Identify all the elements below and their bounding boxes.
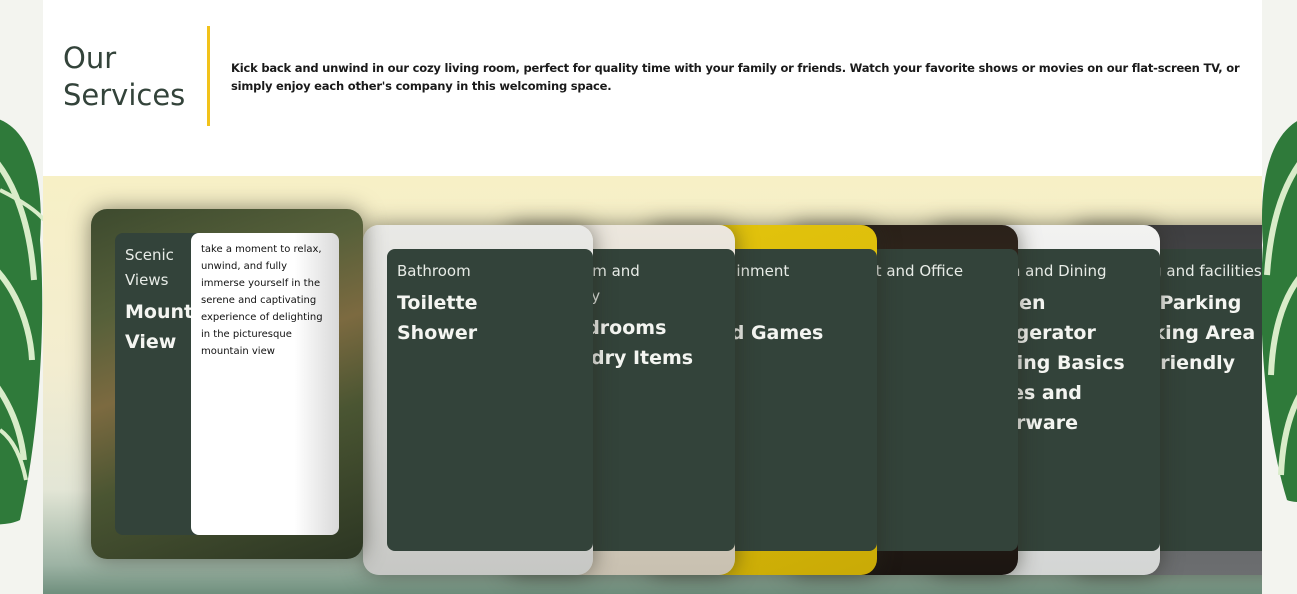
services-header: Our Services Kick back and unwind in our… [43,0,1262,176]
monstera-leaf-left-decoration [0,100,46,530]
service-category-label: Bathroom [397,262,471,280]
services-intro-text: Kick back and unwind in our cozy living … [231,61,1240,93]
page-title-line2: Services [63,78,186,112]
services-panel: Our Services Kick back and unwind in our… [43,0,1262,594]
service-card-bathroom[interactable]: Bathroom Toilette Shower [363,225,593,575]
page-title-line1: Our [63,41,117,75]
services-carousel: Parking and facilities Free Parking Smok… [43,176,1262,594]
service-card-panel: Bathroom Toilette Shower [387,249,593,551]
accent-divider [207,26,210,126]
monstera-leaf-right-decoration [1257,105,1297,505]
service-card-scenic-views[interactable]: Scenic Views Mountain View take a moment… [91,209,363,559]
page-title: Our Services [63,40,185,114]
service-item: Shower [397,322,478,344]
service-description: take a moment to relax, unwind, and full… [191,233,339,535]
service-item: Toilette [397,292,478,314]
